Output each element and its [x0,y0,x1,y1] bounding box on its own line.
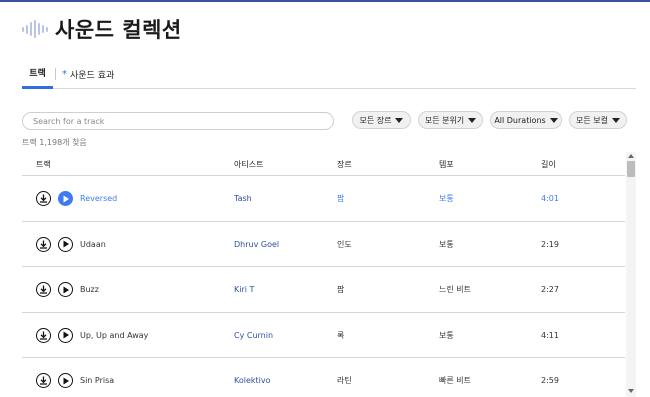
chevron-down-icon [611,117,620,123]
tab-tracks[interactable]: 트랙 [22,62,53,89]
track-tempo: 느린 비트 [439,285,471,294]
genre-filter-dropdown[interactable]: 모든 장르 [352,111,411,129]
vocal-filter-label: 모든 보컬 [576,115,608,125]
column-header-length: 길이 [541,160,556,169]
track-genre: 록 [337,330,345,340]
vocal-filter-dropdown[interactable]: 모든 보컬 [569,111,627,129]
download-icon[interactable] [36,236,51,252]
track-artist[interactable]: Tash [234,176,252,221]
tab-bar: 트랙 * 사운드 효과 [22,62,636,89]
track-tempo: 빠른 비트 [439,376,471,385]
page-title: 사운드 컬렉션 [55,18,182,42]
duration-filter-label: All Durations [494,115,546,125]
table-header: 트랙 아티스트 장르 템포 길이 [22,152,625,176]
tab-sound-effects-label: 사운드 효과 [70,70,115,81]
track-length: 2:19 [541,239,559,249]
play-icon[interactable] [58,282,73,297]
track-genre: 인도 [337,239,352,249]
tab-divider [55,68,56,80]
table-row[interactable]: Up, Up and Away Cy Curnin 록 보통 4:11 [22,313,625,358]
track-tempo: 보통 [439,239,454,249]
download-icon[interactable] [36,373,51,388]
track-artist[interactable]: Dhruv Goel [234,222,279,267]
track-artist[interactable]: Cy Curnin [234,313,273,358]
mood-filter-dropdown[interactable]: 모든 분위기 [418,111,483,129]
track-tempo: 보통 [439,330,454,340]
audio-wave-icon [22,19,48,39]
table-row[interactable]: Udaan Dhruv Goel 인도 보통 2:19 [22,222,625,267]
duration-filter-dropdown[interactable]: All Durations [490,111,562,129]
table-row[interactable]: Sin Prisa Kolektivo 라틴 빠른 비트 2:59 [22,358,625,397]
play-icon[interactable] [58,327,73,343]
track-title[interactable]: Buzz [80,267,99,312]
track-title[interactable]: Up, Up and Away [80,313,148,358]
track-title[interactable]: Sin Prisa [80,358,114,397]
track-title[interactable]: Udaan [80,222,106,267]
track-artist[interactable]: Kiri T [234,267,254,312]
track-table: 트랙 아티스트 장르 템포 길이 Reversed Tash 팝 보통 4:01… [22,152,625,397]
column-header-track: 트랙 [36,160,51,169]
chevron-down-icon [549,117,558,123]
scroll-down-icon[interactable] [628,389,634,393]
tab-marker: * [62,68,67,80]
page-header: 사운드 컬렉션 [22,14,182,44]
download-icon[interactable] [36,282,51,297]
top-accent-bar [0,0,650,2]
scrollbar-thumb[interactable] [627,161,635,177]
track-length: 2:59 [541,376,559,385]
track-genre: 팝 [337,194,345,203]
track-genre: 라틴 [337,376,352,385]
table-row[interactable]: Reversed Tash 팝 보통 4:01 [22,176,625,222]
track-length: 4:11 [541,330,559,340]
genre-filter-label: 모든 장르 [359,115,392,125]
download-icon[interactable] [36,327,51,343]
column-header-tempo: 템포 [439,160,454,169]
tab-tracks-label: 트랙 [29,69,46,79]
mood-filter-label: 모든 분위기 [424,115,465,125]
track-length: 4:01 [541,194,559,203]
play-icon[interactable] [58,191,73,206]
play-icon[interactable] [58,373,73,388]
download-icon[interactable] [36,191,51,206]
column-header-genre: 장르 [337,160,352,169]
play-icon[interactable] [58,236,73,252]
table-row[interactable]: Buzz Kiri T 팝 느린 비트 2:27 [22,267,625,313]
search-input[interactable] [22,112,334,130]
chevron-down-icon [395,117,404,123]
track-artist[interactable]: Kolektivo [234,358,271,397]
result-count: 트랙 1,198개 찾음 [22,138,87,147]
track-tempo: 보통 [439,194,454,203]
track-length: 2:27 [541,285,559,294]
vertical-scrollbar[interactable] [626,152,636,397]
track-title[interactable]: Reversed [80,176,117,221]
tab-sound-effects[interactable]: * 사운드 효과 [62,62,114,89]
scroll-up-icon[interactable] [628,154,634,158]
chevron-down-icon [468,117,477,123]
column-header-artist: 아티스트 [234,160,264,169]
track-genre: 팝 [337,285,345,294]
